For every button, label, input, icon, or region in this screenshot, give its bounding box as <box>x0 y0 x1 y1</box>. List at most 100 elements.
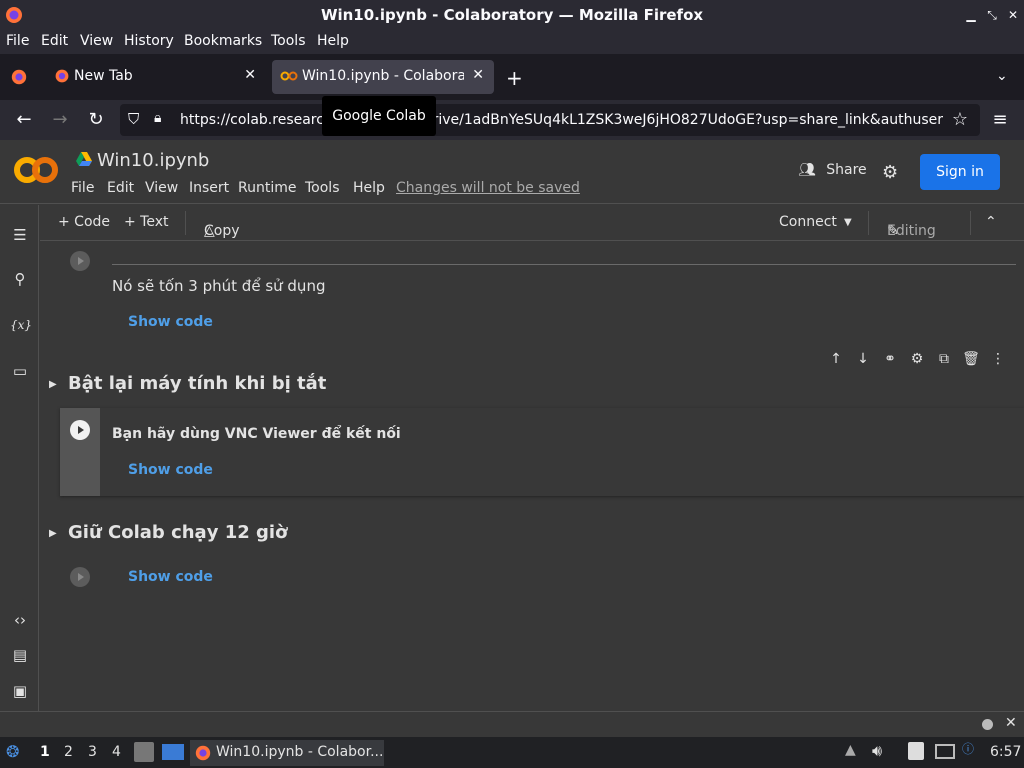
variables-icon[interactable]: {x} <box>10 315 32 335</box>
search-icon[interactable]: ⚲ <box>10 269 30 289</box>
colab-menu-help[interactable]: Help <box>353 180 385 196</box>
menu-history[interactable]: History <box>124 33 174 49</box>
restore-button[interactable]: ⤡ <box>983 6 1001 24</box>
lock-icon[interactable]: 🔒︎ <box>154 110 161 126</box>
cell-form-text: Bạn hãy dùng VNC Viewer để kết nối <box>112 426 401 442</box>
colab-logo-icon[interactable] <box>14 154 58 186</box>
back-arrow-icon[interactable]: ← <box>14 110 34 130</box>
firefox-view-icon[interactable] <box>10 68 28 86</box>
workspace-1[interactable]: 1 <box>40 744 50 760</box>
menu-help[interactable]: Help <box>317 33 349 49</box>
firefox-icon <box>55 69 69 83</box>
command-palette-icon[interactable]: ▤ <box>10 645 30 665</box>
hamburger-menu-icon[interactable]: ≡ <box>990 110 1010 130</box>
status-strip: ✕ <box>0 711 1024 737</box>
workspace-2[interactable]: 2 <box>64 744 73 760</box>
cell-settings-gear-icon[interactable]: ⚙ <box>907 351 927 367</box>
more-options-icon[interactable]: ⋮ <box>988 351 1008 367</box>
start-menu-icon[interactable]: ❂ <box>6 742 19 761</box>
network-icon[interactable] <box>935 744 955 759</box>
terminal-icon[interactable]: ▣ <box>10 681 30 701</box>
volume-icon[interactable]: 🔊︎ <box>872 741 882 761</box>
toolbar-divider <box>868 211 869 235</box>
tab-colab[interactable]: Win10.ipynb - Colaboratory ✕ <box>272 60 494 94</box>
tab-new-tab[interactable]: New Tab ✕ <box>44 60 266 94</box>
delete-cell-trash-icon[interactable]: 🗑︎ <box>961 351 981 367</box>
menu-tools[interactable]: Tools <box>271 33 306 49</box>
menu-view[interactable]: View <box>80 33 113 49</box>
close-window-button[interactable]: ✕ <box>1004 6 1022 24</box>
menu-edit[interactable]: Edit <box>41 33 68 49</box>
taskbar-app-firefox[interactable]: Win10.ipynb - Colabor... <box>190 740 384 766</box>
minimize-button[interactable]: ▁ <box>962 6 980 24</box>
add-code-button[interactable]: + Code <box>58 214 110 230</box>
mirror-cell-icon[interactable]: ⧉ <box>934 351 954 367</box>
browser-menubar: File Edit View History Bookmarks Tools H… <box>0 30 1024 54</box>
changes-not-saved-link[interactable]: Changes will not be saved <box>396 180 580 196</box>
notebook-content: Nó sẽ tốn 3 phút để sử dụng Show code ↑ … <box>40 241 1024 711</box>
tab-label: New Tab <box>74 68 133 84</box>
run-cell-play-icon[interactable] <box>70 567 90 587</box>
notification-icon[interactable]: ⓘ <box>962 740 974 757</box>
menu-bookmarks[interactable]: Bookmarks <box>184 33 262 49</box>
forward-arrow-icon[interactable]: → <box>50 110 70 130</box>
notebook-toolbar: + Code + Text △ Copy to Drive Connect ▼ … <box>40 205 1024 271</box>
workspace-4[interactable]: 4 <box>112 744 121 760</box>
close-status-icon[interactable]: ✕ <box>1005 715 1017 731</box>
shield-icon[interactable]: ⛉ <box>128 110 139 128</box>
reload-icon[interactable]: ↻ <box>86 110 106 130</box>
move-cell-up-icon[interactable]: ↑ <box>826 351 846 367</box>
table-of-contents-icon[interactable]: ☰ <box>10 225 30 245</box>
url-text[interactable]: https://colab.research.google.com/drive/… <box>180 112 950 128</box>
colab-menu-view[interactable]: View <box>145 180 178 196</box>
colab-menu-tools[interactable]: Tools <box>305 180 340 196</box>
people-icon: 👥︎ <box>798 162 816 178</box>
cell-divider <box>112 264 1016 265</box>
notebook-title[interactable]: Win10.ipynb <box>97 150 209 171</box>
section-expand-caret-icon[interactable]: ▶ <box>49 528 57 539</box>
tab-list-chevron-icon[interactable]: ⌄ <box>996 68 1008 84</box>
link-icon[interactable]: ⚭ <box>880 351 900 367</box>
code-snippets-icon[interactable]: ‹› <box>10 610 30 630</box>
close-tab-icon[interactable]: ✕ <box>244 67 256 83</box>
colab-menu-runtime[interactable]: Runtime <box>238 180 296 196</box>
show-desktop-icon[interactable] <box>162 744 184 760</box>
move-cell-down-icon[interactable]: ↓ <box>853 351 873 367</box>
colab-menu-file[interactable]: File <box>71 180 94 196</box>
close-tab-icon[interactable]: ✕ <box>472 67 484 83</box>
sign-in-button[interactable]: Sign in <box>920 154 1000 190</box>
section-heading: Bật lại máy tính khi bị tắt <box>68 373 327 394</box>
section-expand-caret-icon[interactable]: ▶ <box>49 379 57 390</box>
colab-header: Win10.ipynb File Edit View Insert Runtim… <box>0 140 1024 204</box>
colab-favicon-icon <box>280 71 298 81</box>
taskbar-app-label: Win10.ipynb - Colabor... <box>216 744 384 760</box>
run-cell-play-icon[interactable] <box>70 251 90 271</box>
left-sidebar: ☰ ⚲ {x} ▭ ‹› ▤ ▣ <box>0 205 39 711</box>
show-code-link[interactable]: Show code <box>128 569 213 585</box>
editing-label: Editing <box>887 223 936 239</box>
os-taskbar: ❂ 1 2 3 4 Win10.ipynb - Colabor... ▲ 🔊︎ … <box>0 737 1024 768</box>
colab-menu-edit[interactable]: Edit <box>107 180 134 196</box>
connect-dropdown-icon[interactable]: ▼ <box>844 217 852 228</box>
folder-icon[interactable]: ▭ <box>10 361 30 381</box>
settings-gear-icon[interactable]: ⚙ <box>882 162 898 183</box>
bookmark-star-icon[interactable]: ☆ <box>950 110 970 130</box>
clipboard-icon[interactable] <box>908 742 924 760</box>
toolbar-divider <box>185 211 186 235</box>
file-manager-icon[interactable] <box>134 742 154 762</box>
collapse-header-chevron-icon[interactable]: ⌃ <box>985 214 997 230</box>
run-cell-play-icon[interactable] <box>70 420 90 440</box>
show-code-link[interactable]: Show code <box>128 462 213 478</box>
url-bar[interactable]: ⛉ 🔒︎ https://colab.research.google.com/d… <box>120 104 980 136</box>
tray-updates-icon[interactable]: ▲ <box>845 742 856 758</box>
workspace-3[interactable]: 3 <box>88 744 97 760</box>
new-tab-button[interactable]: + <box>506 66 523 90</box>
connect-button[interactable]: Connect <box>779 214 837 230</box>
share-button[interactable]: 👥︎ Share <box>798 162 867 178</box>
add-text-button[interactable]: + Text <box>124 214 169 230</box>
show-code-link[interactable]: Show code <box>128 314 213 330</box>
menu-file[interactable]: File <box>6 33 29 49</box>
colab-menu-insert[interactable]: Insert <box>189 180 229 196</box>
cell-form-text: Nó sẽ tốn 3 phút để sử dụng <box>112 277 326 295</box>
selected-cell[interactable]: Bạn hãy dùng VNC Viewer để kết nối Show … <box>60 408 1024 496</box>
